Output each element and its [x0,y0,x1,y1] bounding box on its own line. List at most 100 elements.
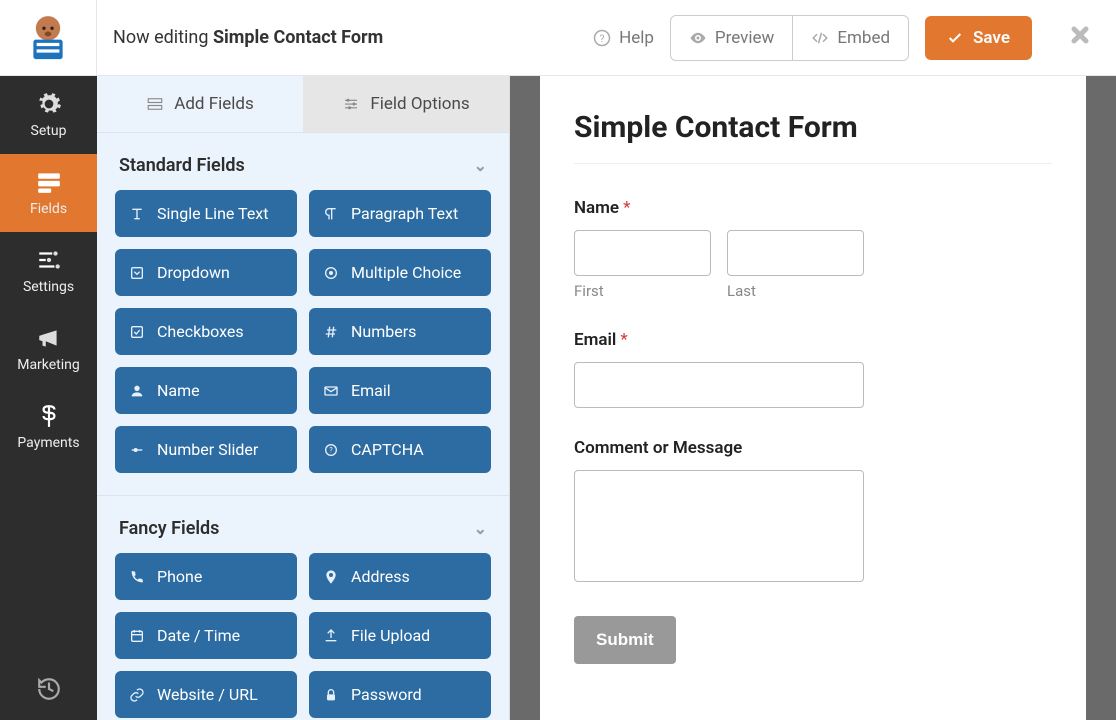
top-bar: Now editing Simple Contact Form ? Help P… [0,0,1116,76]
tab-field-options[interactable]: Field Options [303,76,509,132]
form-name: Simple Contact Form [213,27,383,48]
field-name[interactable]: Name [115,367,297,414]
gear-icon [36,91,62,117]
svg-text:?: ? [329,445,333,454]
nav-bottom [0,658,97,720]
main: Setup Fields Settings Marketing Payments [0,76,1116,720]
check-icon [947,30,963,46]
add-fields-icon [146,95,164,113]
tab-add-fields[interactable]: Add Fields [97,76,303,132]
email-label: Email* [574,330,1052,350]
comment-label: Comment or Message [574,438,1052,458]
help-icon: ? [593,29,611,47]
marker-icon [323,569,339,585]
first-sublabel: First [574,282,711,300]
field-dropdown[interactable]: Dropdown [115,249,297,296]
close-button[interactable] [1068,20,1092,55]
hash-icon [323,324,339,340]
last-name-col: Last [727,230,864,300]
checkbox-icon [129,324,145,340]
chevron-down-icon: ⌄ [474,156,487,175]
email-input[interactable] [574,362,864,408]
text-icon [129,206,145,222]
last-sublabel: Last [727,282,864,300]
field-address[interactable]: Address [309,553,491,600]
name-inputs: First Last [574,230,864,300]
logo [0,0,97,76]
envelope-icon [323,383,339,399]
form-field-email[interactable]: Email* [574,330,1052,408]
history-icon [36,676,62,702]
field-multiple-choice[interactable]: Multiple Choice [309,249,491,296]
form-field-comment[interactable]: Comment or Message [574,438,1052,586]
radio-icon [323,265,339,281]
nav-settings[interactable]: Settings [0,232,97,310]
embed-button[interactable]: Embed [792,16,908,60]
form-field-name[interactable]: Name* First Last [574,198,1052,300]
field-number-slider[interactable]: Number Slider [115,426,297,473]
nav-fields[interactable]: Fields [0,154,97,232]
upload-icon [323,628,339,644]
user-icon [129,383,145,399]
standard-fields-grid: Single Line Text Paragraph Text Dropdown… [115,190,491,473]
first-name-col: First [574,230,711,300]
comment-textarea[interactable] [574,470,864,582]
first-name-input[interactable] [574,230,711,276]
left-nav: Setup Fields Settings Marketing Payments [0,76,97,720]
field-password[interactable]: Password [309,671,491,718]
save-button[interactable]: Save [925,16,1032,60]
required-mark: * [620,330,627,350]
nav-revisions[interactable] [0,658,97,720]
sliders-icon [36,247,62,273]
title-prefix: Now editing [113,27,213,48]
slider-icon [129,442,145,458]
name-label: Name* [574,198,1052,218]
field-numbers[interactable]: Numbers [309,308,491,355]
top-actions: ? Help Preview Embed Save [593,15,1092,61]
submit-button[interactable]: Submit [574,616,676,664]
bullhorn-icon [36,325,62,351]
field-captcha[interactable]: ?CAPTCHA [309,426,491,473]
lock-icon [323,687,339,703]
canvas-area: Simple Contact Form Name* First Last Ema… [510,76,1116,720]
link-icon [129,687,145,703]
page-title: Now editing Simple Contact Form [113,27,577,48]
caret-square-icon [129,265,145,281]
field-email[interactable]: Email [309,367,491,414]
preview-embed-group: Preview Embed [670,15,909,61]
panel-body: Standard Fields ⌄ Single Line Text Parag… [97,133,509,720]
preview-button[interactable]: Preview [671,16,792,60]
fancy-fields-grid: Phone Address Date / Time File Upload We… [115,553,491,718]
code-icon [811,29,829,47]
field-website-url[interactable]: Website / URL [115,671,297,718]
field-date-time[interactable]: Date / Time [115,612,297,659]
section-fancy-fields[interactable]: Fancy Fields ⌄ [115,496,491,553]
calendar-icon [129,628,145,644]
fields-panel: Add Fields Field Options Standard Fields… [97,76,510,720]
paragraph-icon [323,206,339,222]
field-paragraph-text[interactable]: Paragraph Text [309,190,491,237]
close-icon [1068,23,1092,47]
last-name-input[interactable] [727,230,864,276]
help-link[interactable]: ? Help [593,28,654,48]
nav-payments[interactable]: Payments [0,388,97,466]
field-phone[interactable]: Phone [115,553,297,600]
phone-icon [129,569,145,585]
dollar-icon [36,403,62,429]
field-checkboxes[interactable]: Checkboxes [115,308,297,355]
field-options-icon [342,95,360,113]
form-fields-icon [36,169,62,195]
chevron-down-icon: ⌄ [474,519,487,538]
panel-tabs: Add Fields Field Options [97,76,509,133]
wpforms-logo-icon [22,12,74,64]
field-single-line-text[interactable]: Single Line Text [115,190,297,237]
form-preview: Simple Contact Form Name* First Last Ema… [540,76,1086,720]
section-standard-fields[interactable]: Standard Fields ⌄ [115,133,491,190]
svg-text:?: ? [600,31,605,44]
nav-marketing[interactable]: Marketing [0,310,97,388]
required-mark: * [623,198,630,218]
eye-icon [689,29,707,47]
nav-setup[interactable]: Setup [0,76,97,154]
field-file-upload[interactable]: File Upload [309,612,491,659]
form-title: Simple Contact Form [574,110,1052,164]
